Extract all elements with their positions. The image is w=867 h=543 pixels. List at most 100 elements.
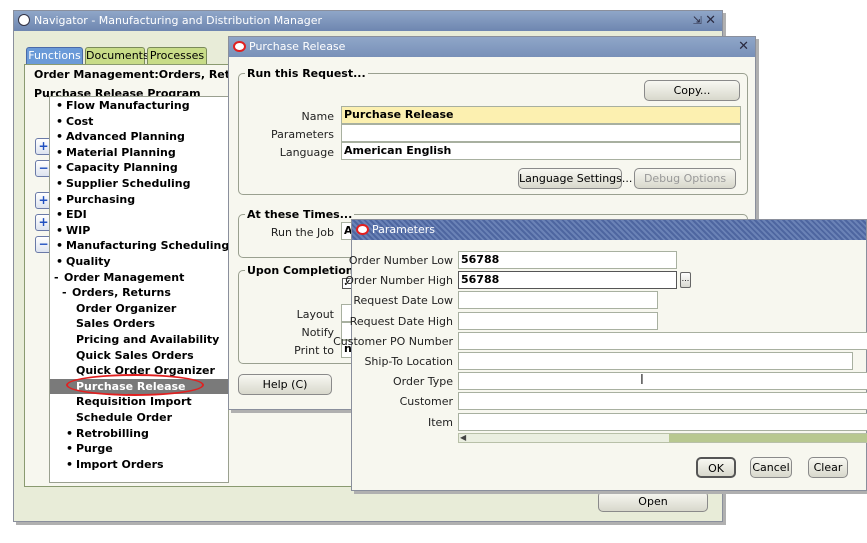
function-tree: • Flow Manufacturing • Cost • Advanced Planni… (49, 96, 229, 483)
collapse-icon: - (62, 286, 67, 300)
tree-item-label: Requisition Import (76, 395, 192, 409)
tree-item[interactable]: Sales Orders (50, 316, 228, 331)
tree-item[interactable]: • Flow Manufacturing (50, 98, 228, 113)
close-icon[interactable]: ✕ (705, 11, 716, 31)
ok-button[interactable]: OK (696, 457, 736, 478)
param-label: Customer PO Number (333, 334, 453, 348)
language-settings-button[interactable]: Language Settings... (518, 168, 632, 189)
language-field[interactable]: American English (341, 142, 741, 160)
navigator-title: Navigator - Manufacturing and Distributi… (34, 14, 323, 27)
param-field[interactable] (458, 352, 853, 370)
minus-icon: − (38, 161, 49, 175)
expand-icon: • (56, 161, 64, 175)
expand-icon: • (56, 145, 64, 159)
notify-label: Notify (301, 326, 334, 339)
tree-item-label: Order Organizer (76, 301, 177, 315)
horizontal-scrollbar[interactable]: ◀ (458, 433, 867, 443)
tab-processes[interactable]: Processes (147, 47, 207, 64)
tree-item[interactable]: • Purchasing (50, 192, 228, 207)
expand-icon: • (56, 255, 64, 268)
param-label: Ship-To Location (364, 355, 453, 368)
tree-item-label: Supplier Scheduling (66, 177, 191, 190)
tab-functions[interactable]: Functions (26, 47, 83, 64)
param-label: Customer (399, 395, 453, 409)
tree-item-label: WIP (66, 223, 91, 237)
tree-item[interactable]: - Orders, Returns (50, 285, 228, 300)
tree-item[interactable]: • Supplier Scheduling (50, 176, 228, 191)
copy-button[interactable]: Copy... (644, 80, 740, 101)
debug-options-button[interactable]: Debug Options (634, 168, 736, 189)
cancel-button[interactable]: Cancel (750, 457, 792, 478)
tree-item-label: Schedule Order (76, 411, 173, 424)
tree-item[interactable]: • Cost (50, 114, 228, 129)
navigator-titlebar[interactable]: Navigator - Manufacturing and Distributi… (14, 11, 722, 31)
run-request-heading: Run this Request... (245, 67, 368, 80)
tree-item[interactable]: • Manufacturing Scheduling (50, 238, 229, 253)
param-field[interactable] (458, 392, 867, 411)
tree-item[interactable]: • WIP (50, 223, 228, 238)
parameters-label: Parameters (271, 128, 334, 141)
tree-item[interactable]: Schedule Order (50, 410, 228, 425)
layout-label: Layout (296, 308, 334, 321)
tree-item[interactable]: • Purge (50, 441, 228, 456)
close-icon[interactable]: ✕ (738, 37, 749, 57)
tree-item[interactable]: • Advanced Planning (50, 129, 228, 144)
tree-item[interactable]: • Capacity Planning (50, 160, 228, 175)
param-field[interactable] (458, 291, 658, 310)
tree-item[interactable]: Pricing and Availability (50, 332, 228, 347)
scroll-thumb[interactable] (669, 434, 867, 442)
parameters-window: Parameters Order Number Low 56788 Order Nu… (333, 219, 867, 491)
tree-item-label: Retrobilling (76, 426, 149, 440)
param-field[interactable]: 56788 (458, 271, 677, 290)
tree-item-label: Purge (76, 442, 113, 456)
param-field[interactable] (458, 372, 867, 391)
param-field[interactable] (458, 311, 658, 330)
expand-icon: • (56, 208, 64, 222)
param-field[interactable] (458, 331, 867, 350)
param-field[interactable] (458, 412, 867, 431)
tree-item-label: Orders, Returns (72, 286, 171, 300)
parameters-field[interactable] (341, 124, 741, 142)
expand-icon: • (66, 457, 74, 471)
scroll-left-arrow-icon[interactable]: ◀ (460, 433, 466, 442)
param-field[interactable]: 56788 (458, 251, 677, 269)
tree-item[interactable]: • Material Planning (50, 145, 228, 160)
i-beam-cursor-icon: I (640, 373, 644, 388)
expand-icon: • (56, 99, 64, 112)
language-label: Language (279, 146, 334, 159)
tab-documents[interactable]: Documents (85, 47, 149, 64)
oracle-icon (356, 224, 369, 235)
name-field[interactable]: Purchase Release (341, 106, 741, 124)
expand-icon: • (66, 442, 74, 456)
tree-item[interactable]: • EDI (50, 207, 228, 222)
plus-icon: + (38, 215, 49, 229)
oracle-icon (233, 41, 246, 52)
help-button[interactable]: Help (C) (238, 374, 332, 395)
tree-item[interactable]: • Retrobilling (50, 426, 228, 441)
tree-item-label: Pricing and Availability (76, 333, 220, 346)
tree-item-label: Purchasing (66, 192, 136, 206)
tree-item-label: Manufacturing Scheduling (66, 239, 229, 253)
tree-item[interactable]: Requisition Import (50, 394, 228, 409)
purchase-release-title: Purchase Release (249, 40, 346, 53)
tree-item[interactable]: - Order Management (50, 270, 228, 285)
param-label: Order Type (392, 375, 453, 389)
expand-icon: • (56, 177, 64, 190)
minimize-icon[interactable]: ⇲ (693, 11, 702, 31)
tree-item[interactable]: Quick Sales Orders (50, 348, 228, 363)
tree-item[interactable]: Order Organizer (50, 301, 228, 316)
tree-item[interactable]: • Import Orders (50, 457, 228, 472)
param-label: Request Date High (349, 314, 453, 328)
clear-button[interactable]: Clear (808, 457, 848, 478)
plus-icon: + (38, 193, 49, 207)
highlight-ellipse (66, 374, 204, 396)
purchase-release-titlebar[interactable]: Purchase Release ✕ (229, 37, 755, 57)
schedule-heading: At these Times... (245, 208, 355, 221)
expand-icon: • (56, 223, 64, 237)
parameters-titlebar[interactable]: Parameters (352, 220, 866, 240)
run-job-label: Run the Job (270, 226, 334, 239)
list-of-values-button[interactable]: ... (680, 272, 691, 288)
tree-item[interactable]: • Quality (50, 254, 228, 269)
param-label: Item (427, 415, 453, 429)
open-button[interactable]: Open (598, 491, 708, 512)
